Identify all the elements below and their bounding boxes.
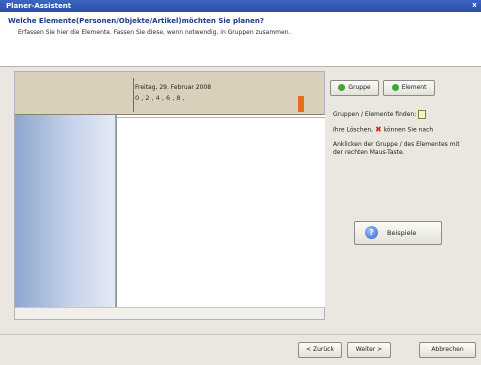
- examples-label: Beispiele: [387, 229, 417, 237]
- ruler-divider: [133, 78, 134, 112]
- window-title: Planer-Assistent: [6, 2, 72, 10]
- close-icon[interactable]: x: [470, 1, 479, 10]
- footer-separator: [0, 334, 481, 335]
- cancel-button[interactable]: Abbrechen: [419, 342, 476, 358]
- add-group-button[interactable]: Gruppe: [330, 80, 379, 96]
- grid-line: [117, 117, 325, 118]
- green-plus-icon: [391, 84, 399, 91]
- title-bar: Planer-Assistent x: [0, 0, 481, 12]
- delete-text-suffix: können Sie nach: [383, 126, 434, 134]
- wizard-question: Welche Elemente(Personen/Objekte/Artikel…: [8, 17, 264, 25]
- add-group-label: Gruppe: [348, 84, 371, 91]
- horizontal-scrollbar[interactable]: [15, 307, 324, 319]
- wizard-header: Welche Elemente(Personen/Objekte/Artikel…: [0, 12, 481, 67]
- help-icon: ?: [365, 226, 378, 239]
- time-ruler: Freitag, 29. Februar 2008 0 , 2 , 4 , 6 …: [15, 72, 324, 115]
- find-icon[interactable]: [418, 110, 427, 119]
- add-element-label: Element: [401, 84, 427, 91]
- examples-button[interactable]: ? Beispiele: [354, 221, 442, 245]
- wizard-instruction: Erfassen Sie hier die Elemente. Fassen S…: [18, 29, 291, 36]
- find-row: Gruppen / Elemente finden:: [333, 110, 427, 119]
- back-button[interactable]: < Zurück: [298, 342, 342, 358]
- context-hint: Anklicken der Gruppe / des Elementes mit…: [333, 141, 460, 156]
- element-list-column[interactable]: [15, 115, 116, 307]
- delete-row: Ihre Löschen, ✖ können Sie nach: [333, 126, 433, 135]
- ruler-hour-ticks: 0 , 2 , 4 , 6 , 8 ,: [135, 94, 185, 102]
- find-text: Gruppen / Elemente finden:: [333, 111, 417, 118]
- next-button[interactable]: Weiter >: [347, 342, 391, 358]
- planner-view: Freitag, 29. Februar 2008 0 , 2 , 4 , 6 …: [14, 71, 325, 320]
- planner-grid[interactable]: [116, 115, 325, 307]
- green-plus-icon: [338, 84, 346, 91]
- delete-text-prefix: Ihre Löschen,: [333, 126, 374, 134]
- current-time-marker: [298, 96, 304, 112]
- ruler-date: Freitag, 29. Februar 2008: [135, 84, 212, 91]
- add-element-button[interactable]: Element: [383, 80, 435, 96]
- red-x-icon: ✖: [374, 125, 382, 134]
